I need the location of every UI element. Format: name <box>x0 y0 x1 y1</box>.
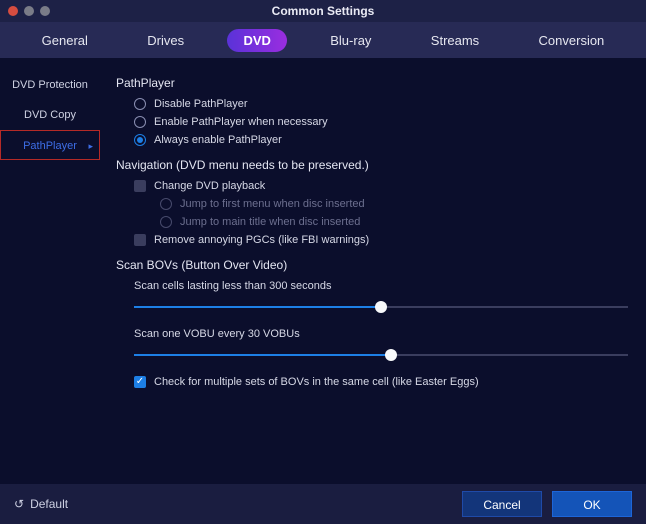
sidebar-item-pathplayer[interactable]: PathPlayer <box>0 130 100 160</box>
section-title-navigation: Navigation (DVD menu needs to be preserv… <box>116 158 628 172</box>
content-panel: PathPlayer Disable PathPlayer Enable Pat… <box>100 58 646 484</box>
window-controls <box>0 6 50 16</box>
radio-enable-when-necessary[interactable]: Enable PathPlayer when necessary <box>134 116 628 128</box>
cancel-button[interactable]: Cancel <box>462 491 542 517</box>
option-label: Enable PathPlayer when necessary <box>154 116 328 128</box>
window-title: Common Settings <box>0 4 646 18</box>
radio-jump-first-menu: Jump to first menu when disc inserted <box>160 198 628 210</box>
checkbox-icon <box>134 180 146 192</box>
tab-conversion[interactable]: Conversion <box>523 29 621 52</box>
checkbox-change-dvd-playback[interactable]: Change DVD playback <box>134 180 628 192</box>
option-label: Remove annoying PGCs (like FBI warnings) <box>154 234 369 246</box>
option-label: Scan one VOBU every 30 VOBUs <box>134 328 300 340</box>
radio-always-enable[interactable]: Always enable PathPlayer <box>134 134 628 146</box>
sidebar-item-dvd-copy[interactable]: DVD Copy <box>0 100 100 130</box>
radio-icon <box>160 216 172 228</box>
tab-bluray[interactable]: Blu-ray <box>314 29 387 52</box>
option-label: Jump to first menu when disc inserted <box>180 198 365 210</box>
section-title-bovs: Scan BOVs (Button Over Video) <box>116 258 628 272</box>
option-label: Check for multiple sets of BOVs in the s… <box>154 376 479 388</box>
tab-drives[interactable]: Drives <box>131 29 200 52</box>
minimize-icon[interactable] <box>24 6 34 16</box>
default-label: Default <box>30 497 68 511</box>
slider-thumb[interactable] <box>375 301 387 313</box>
option-label: Jump to main title when disc inserted <box>180 216 360 228</box>
checkbox-icon <box>134 234 146 246</box>
tab-streams[interactable]: Streams <box>415 29 495 52</box>
sidebar: DVD Protection DVD Copy PathPlayer <box>0 58 100 484</box>
zoom-icon[interactable] <box>40 6 50 16</box>
footer: ↺ Default Cancel OK <box>0 484 646 524</box>
slider-fill <box>134 354 391 356</box>
close-icon[interactable] <box>8 6 18 16</box>
option-label: Change DVD playback <box>154 180 265 192</box>
slider-thumb[interactable] <box>385 349 397 361</box>
option-label: Scan cells lasting less than 300 seconds <box>134 280 332 292</box>
radio-jump-main-title: Jump to main title when disc inserted <box>160 216 628 228</box>
radio-icon <box>134 98 146 110</box>
slider-scan-cells[interactable] <box>134 300 628 314</box>
radio-icon <box>134 116 146 128</box>
slider-vobu-label: Scan one VOBU every 30 VOBUs <box>134 328 628 340</box>
radio-icon <box>160 198 172 210</box>
slider-fill <box>134 306 381 308</box>
body: DVD Protection DVD Copy PathPlayer PathP… <box>0 58 646 484</box>
slider-scan-vobu[interactable] <box>134 348 628 362</box>
top-nav: General Drives DVD Blu-ray Streams Conve… <box>0 22 646 58</box>
checkbox-remove-pgcs[interactable]: Remove annoying PGCs (like FBI warnings) <box>134 234 628 246</box>
slider-cells-label: Scan cells lasting less than 300 seconds <box>134 280 628 292</box>
radio-icon <box>134 134 146 146</box>
sidebar-item-dvd-protection[interactable]: DVD Protection <box>0 70 100 100</box>
ok-button[interactable]: OK <box>552 491 632 517</box>
tab-general[interactable]: General <box>26 29 104 52</box>
option-label: Always enable PathPlayer <box>154 134 282 146</box>
titlebar: Common Settings <box>0 0 646 22</box>
checkbox-multiple-bovs[interactable]: Check for multiple sets of BOVs in the s… <box>134 376 628 388</box>
undo-icon: ↺ <box>14 497 24 511</box>
option-label: Disable PathPlayer <box>154 98 248 110</box>
section-title-pathplayer: PathPlayer <box>116 76 628 90</box>
tab-dvd[interactable]: DVD <box>227 29 286 52</box>
radio-disable-pathplayer[interactable]: Disable PathPlayer <box>134 98 628 110</box>
checkbox-icon <box>134 376 146 388</box>
default-button[interactable]: ↺ Default <box>14 497 68 511</box>
